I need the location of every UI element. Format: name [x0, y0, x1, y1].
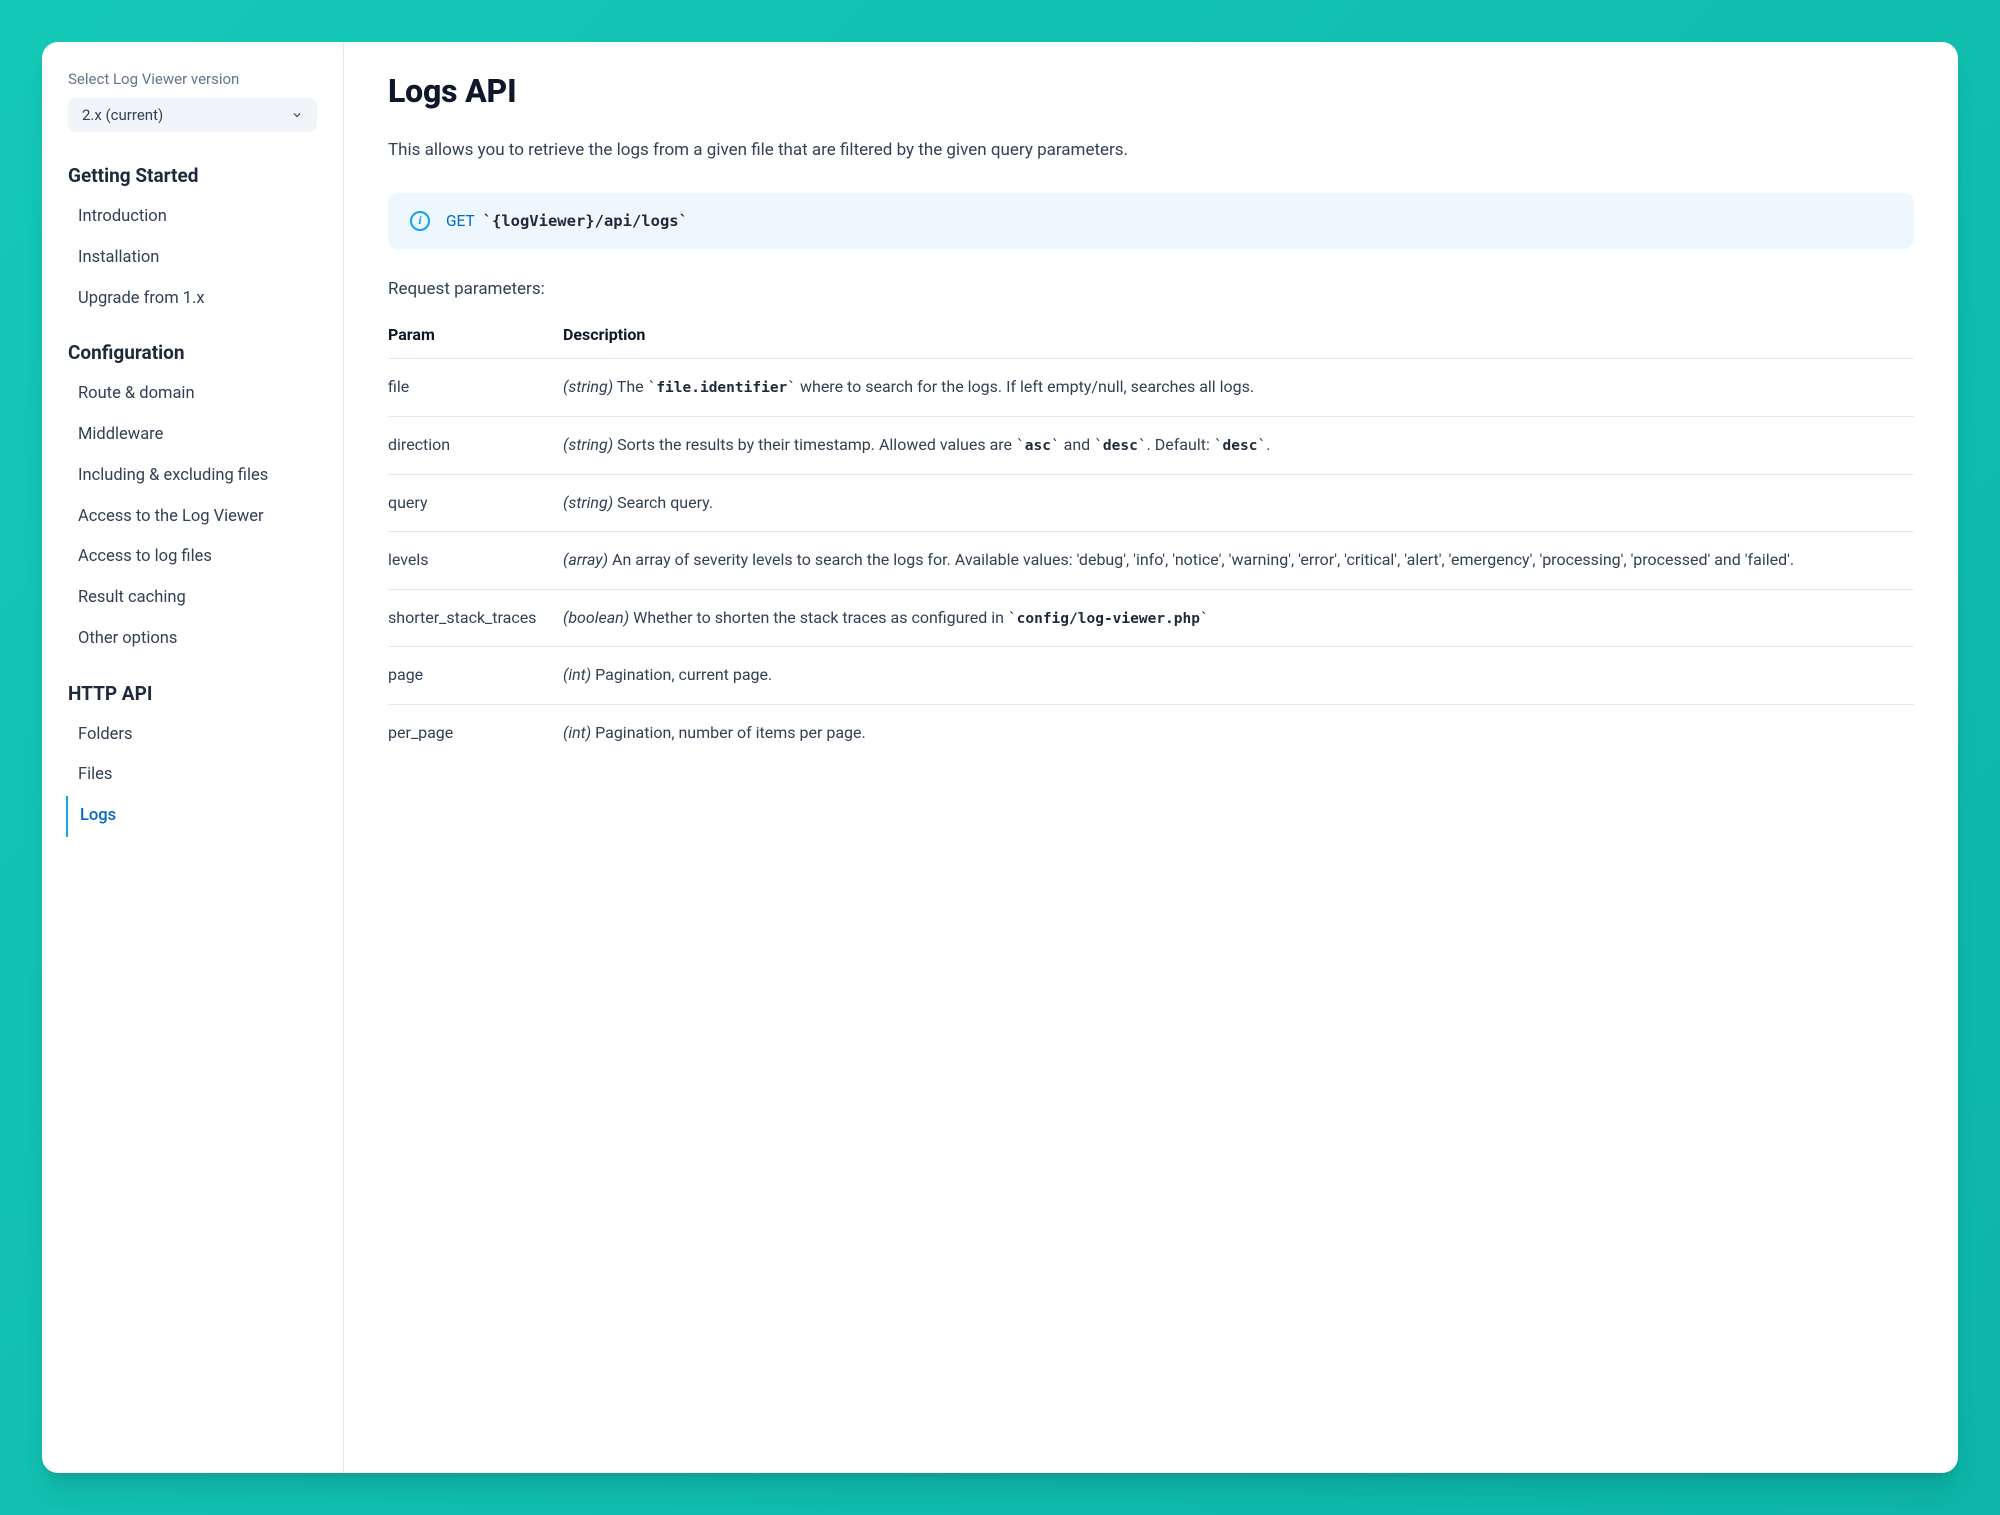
- inline-code: desc: [1094, 438, 1146, 454]
- param-name: per_page: [388, 704, 563, 761]
- param-description: (boolean) Whether to shorten the stack t…: [563, 589, 1914, 647]
- sidebar-item[interactable]: Folders: [68, 715, 317, 756]
- param-type: (string): [563, 435, 613, 454]
- sidebar-item[interactable]: Access to log files: [68, 537, 317, 578]
- sidebar-item[interactable]: Upgrade from 1.x: [68, 279, 317, 320]
- param-type: (array): [563, 550, 608, 569]
- sidebar-item[interactable]: Access to the Log Viewer: [68, 497, 317, 538]
- sidebar-section-list: Route & domainMiddlewareIncluding & excl…: [68, 374, 317, 659]
- inline-code: file.identifier: [648, 380, 796, 396]
- sidebar-item[interactable]: Logs: [66, 796, 317, 837]
- param-type: (string): [563, 377, 613, 396]
- params-table: Param Description file(string) The file.…: [388, 325, 1914, 761]
- table-row: page(int) Pagination, current page.: [388, 647, 1914, 704]
- version-select[interactable]: 2.x (current): [68, 98, 317, 132]
- col-param: Param: [388, 325, 563, 359]
- param-description: (string) Sorts the results by their time…: [563, 416, 1914, 474]
- sidebar-item[interactable]: Route & domain: [68, 374, 317, 415]
- sidebar-section-list: FoldersFilesLogs: [68, 715, 317, 837]
- sidebar-item[interactable]: Installation: [68, 238, 317, 279]
- param-name: shorter_stack_traces: [388, 589, 563, 647]
- main-content: Logs API This allows you to retrieve the…: [344, 42, 1958, 1473]
- sidebar-item[interactable]: Files: [68, 755, 317, 796]
- sidebar-item[interactable]: Introduction: [68, 197, 317, 238]
- app-window: Select Log Viewer version 2.x (current) …: [42, 42, 1958, 1473]
- param-name: query: [388, 474, 563, 531]
- sidebar-item[interactable]: Including & excluding files: [68, 456, 317, 497]
- col-description: Description: [563, 325, 1914, 359]
- chevron-down-icon: [291, 109, 303, 121]
- table-row: per_page(int) Pagination, number of item…: [388, 704, 1914, 761]
- version-label: Select Log Viewer version: [68, 70, 317, 88]
- table-row: shorter_stack_traces(boolean) Whether to…: [388, 589, 1914, 647]
- inline-code: desc: [1214, 438, 1266, 454]
- param-name: direction: [388, 416, 563, 474]
- sidebar-section-list: IntroductionInstallationUpgrade from 1.x: [68, 197, 317, 319]
- param-description: (string) The file.identifier where to se…: [563, 358, 1914, 416]
- inline-code: asc: [1016, 438, 1060, 454]
- endpoint-callout: i GET `{logViewer}/api/logs`: [388, 193, 1914, 249]
- page-intro: This allows you to retrieve the logs fro…: [388, 136, 1914, 165]
- version-select-value: 2.x (current): [82, 106, 163, 124]
- param-name: file: [388, 358, 563, 416]
- param-type: (int): [563, 665, 591, 684]
- inline-code: config/log-viewer.php: [1008, 611, 1209, 627]
- param-description: (int) Pagination, current page.: [563, 647, 1914, 704]
- info-icon: i: [410, 211, 430, 231]
- param-name: levels: [388, 532, 563, 589]
- endpoint-text: GET `{logViewer}/api/logs`: [446, 212, 688, 230]
- table-row: query(string) Search query.: [388, 474, 1914, 531]
- param-description: (array) An array of severity levels to s…: [563, 532, 1914, 589]
- sidebar-section-title: Configuration: [68, 341, 317, 364]
- param-type: (int): [563, 723, 591, 742]
- param-description: (string) Search query.: [563, 474, 1914, 531]
- table-row: file(string) The file.identifier where t…: [388, 358, 1914, 416]
- param-type: (string): [563, 493, 613, 512]
- page-title: Logs API: [388, 72, 1914, 110]
- params-heading: Request parameters:: [388, 279, 1914, 299]
- param-name: page: [388, 647, 563, 704]
- sidebar-item[interactable]: Middleware: [68, 415, 317, 456]
- table-row: direction(string) Sorts the results by t…: [388, 416, 1914, 474]
- sidebar-section-title: Getting Started: [68, 164, 317, 187]
- endpoint-path: `{logViewer}/api/logs`: [483, 212, 688, 230]
- param-description: (int) Pagination, number of items per pa…: [563, 704, 1914, 761]
- sidebar-section-title: HTTP API: [68, 682, 317, 705]
- http-method: GET: [446, 212, 475, 230]
- sidebar-item[interactable]: Result caching: [68, 578, 317, 619]
- param-type: (boolean): [563, 608, 629, 627]
- sidebar-item[interactable]: Other options: [68, 619, 317, 660]
- table-row: levels(array) An array of severity level…: [388, 532, 1914, 589]
- sidebar: Select Log Viewer version 2.x (current) …: [42, 42, 344, 1473]
